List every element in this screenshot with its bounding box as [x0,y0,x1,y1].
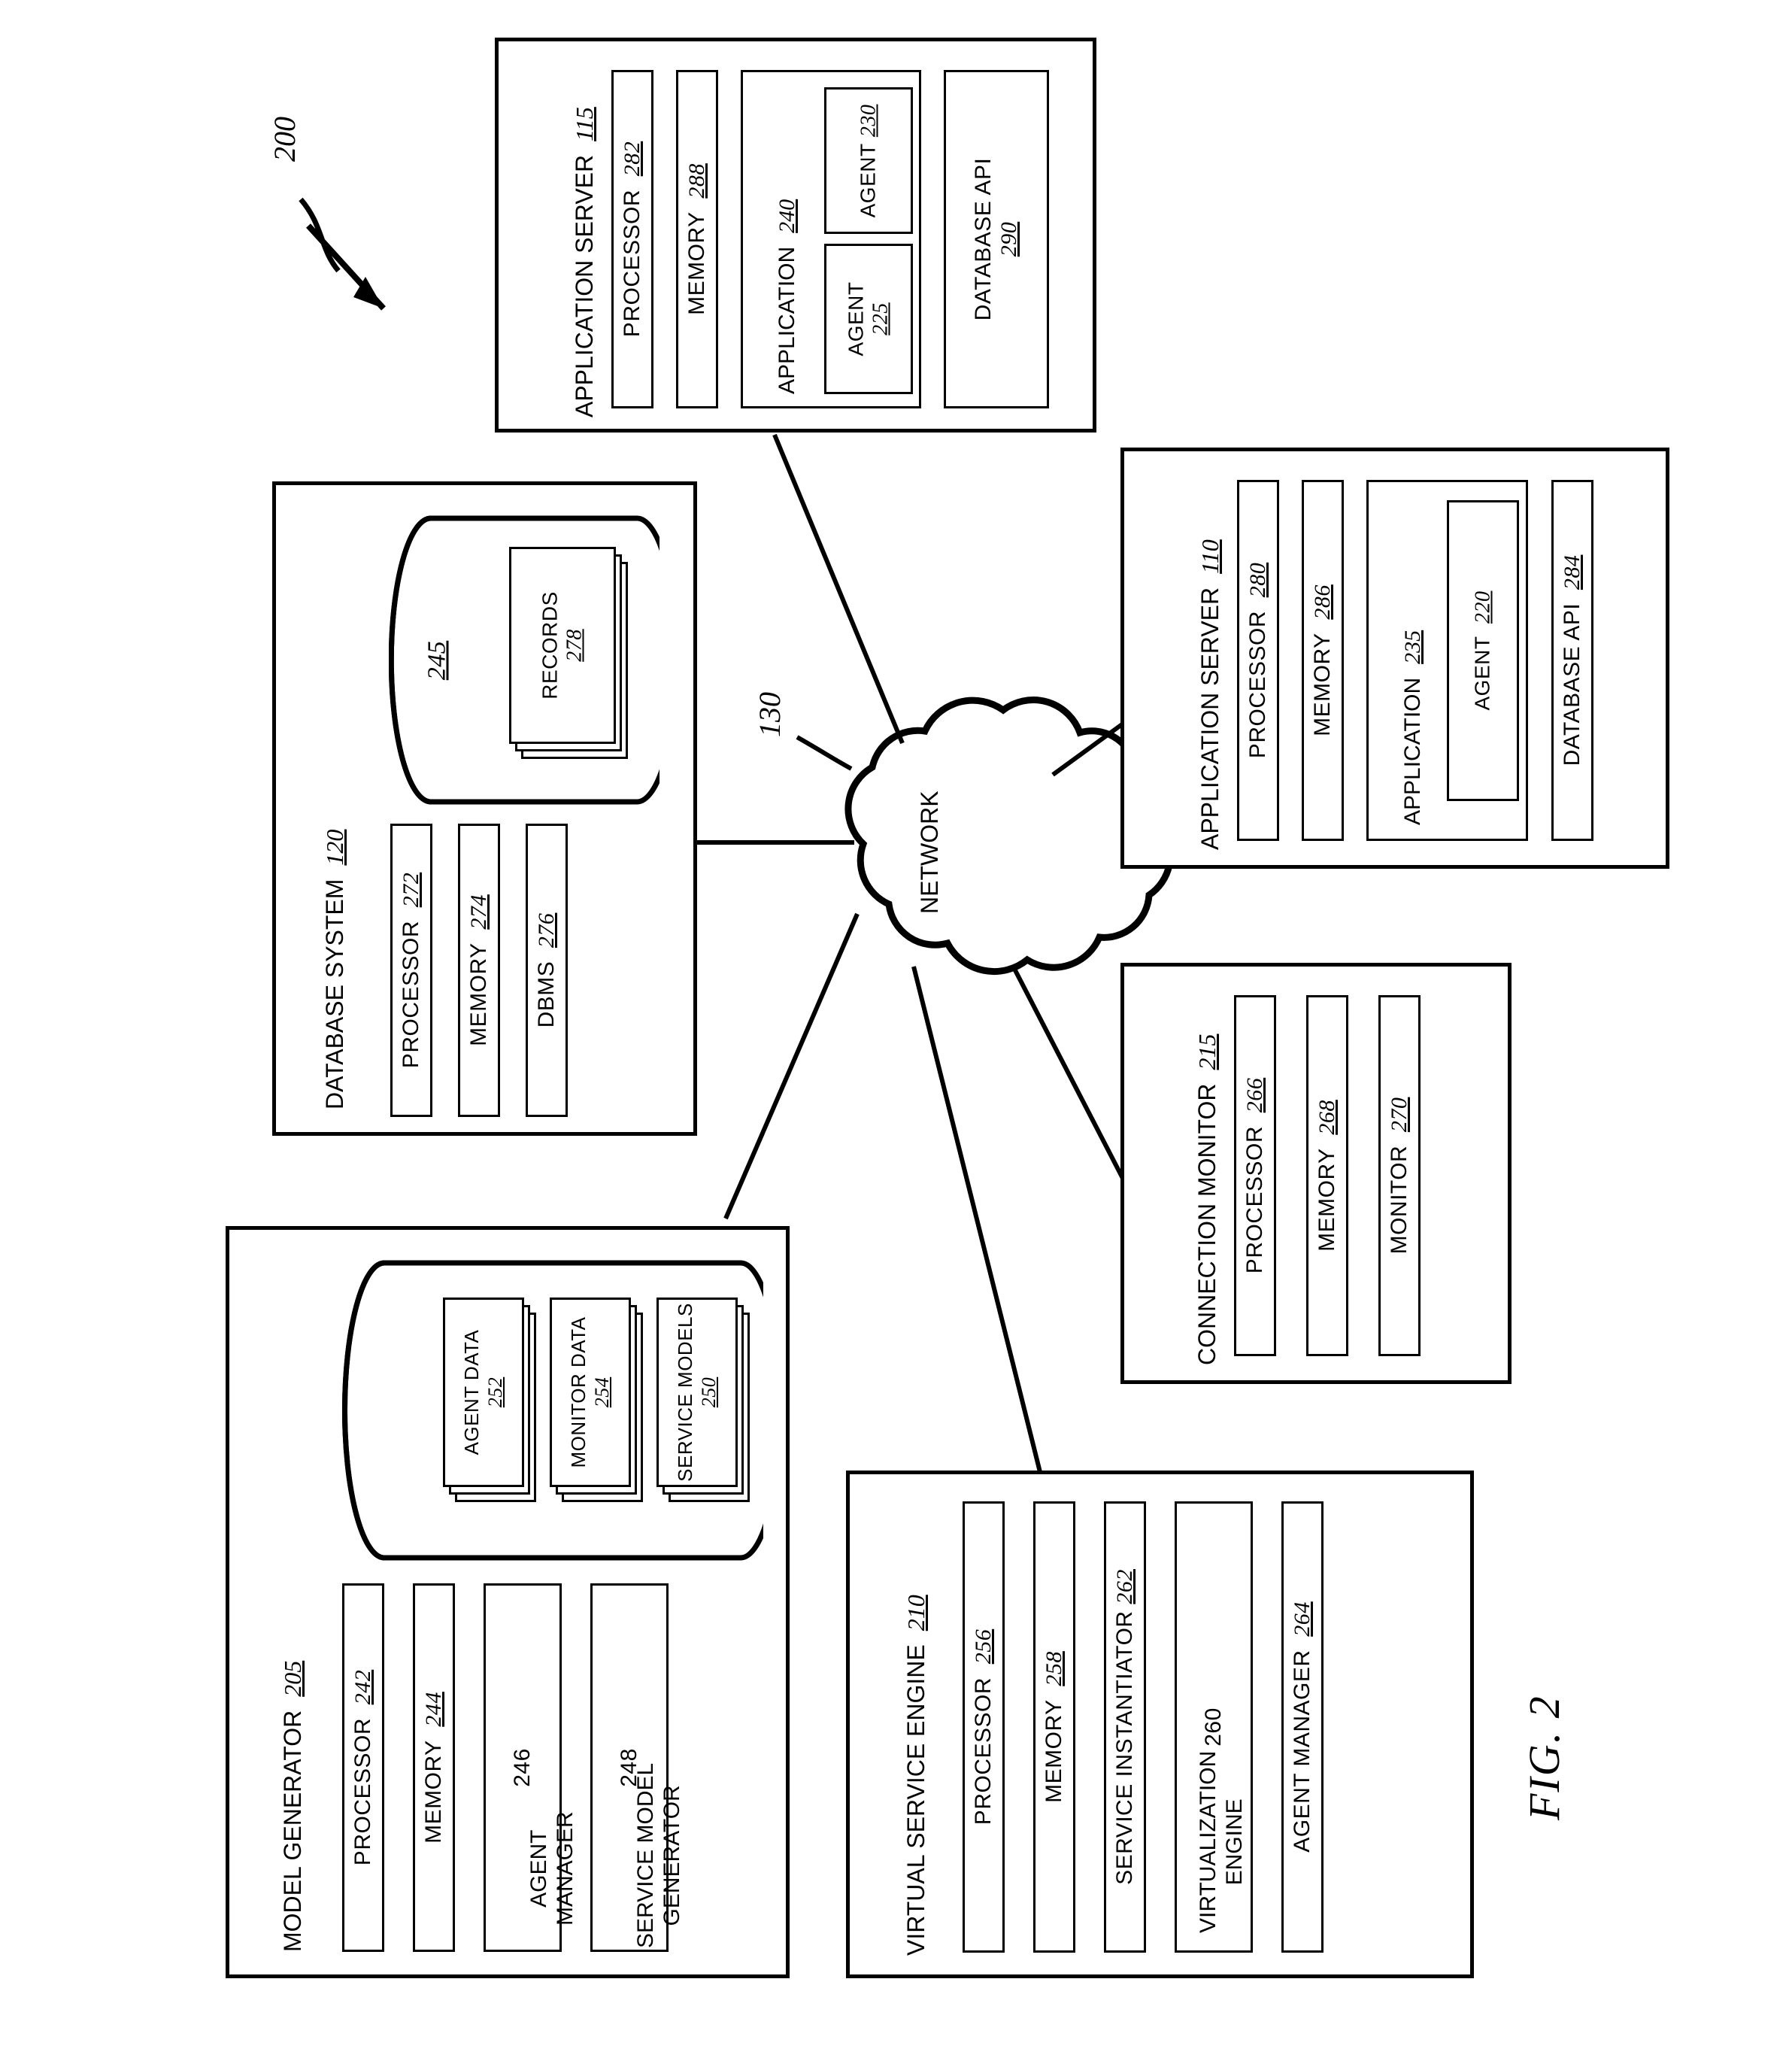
link-cloud-virtualservice210 [911,966,1044,1479]
app115-application-label: APPLICATION240 [775,199,799,394]
app110-database-api-label: DATABASE API 284 [1560,554,1584,766]
model-generator-205-title: MODEL GENERATOR205 [279,1660,306,1952]
database-store-245: 245 RECORDS 278 [389,515,659,805]
cm215-processor-label: PROCESSOR 266 [1242,1077,1267,1274]
vse210-agent-manager-label: AGENT MANAGER 264 [1290,1601,1314,1853]
records-sheet-front: RECORDS 278 [509,547,616,744]
mg205-memory-label: MEMORY 244 [421,1692,446,1844]
app110-processor-label: PROCESSOR 280 [1245,562,1270,759]
monitor-data-sheet-front: MONITOR DATA 254 [550,1298,631,1487]
mg205-service-model-generator-text: SERVICE MODEL GENERATOR [633,1762,684,1948]
app115-agent-230-label: AGENT 230 [856,104,881,217]
database-system-120-title: DATABASE SYSTEM120 [321,829,348,1109]
db120-dbms-box: DBMS 276 [526,824,568,1117]
node-connection-monitor-215: CONNECTION MONITOR215 PROCESSOR 266 MEMO… [1120,963,1512,1384]
node-virtual-service-engine-210: VIRTUAL SERVICE ENGINE210 PROCESSOR 256 … [846,1471,1474,1978]
vse210-virtualization-engine-label: 260 [1201,1707,1226,1747]
database-store-245-label: 245 [423,640,451,680]
app115-database-api-box: DATABASE API 290 [944,70,1049,408]
db120-dbms-label: DBMS 276 [534,912,559,1028]
node-application-server-110: APPLICATION SERVER110 PROCESSOR 280 MEMO… [1120,448,1669,869]
app115-agent-225-box: AGENT 225 [824,244,913,394]
app110-database-api-box: DATABASE API 284 [1551,480,1593,841]
node-application-server-115: APPLICATION SERVER115 PROCESSOR 282 MEMO… [495,38,1096,433]
vse210-service-instantiator-box: SERVICE INSTANTIATOR 262 [1104,1501,1146,1953]
application-server-115-title: APPLICATION SERVER115 [571,107,598,417]
system-ref-200: 200 [268,117,302,162]
vse210-agent-manager-box: AGENT MANAGER 264 [1281,1501,1324,1953]
node-model-generator-205: MODEL GENERATOR205 AGENT DATA 252 MONITO… [226,1226,790,1978]
mg205-processor-box: PROCESSOR 242 [342,1583,384,1952]
db120-memory-box: MEMORY 274 [458,824,500,1117]
app115-processor-box: PROCESSOR 282 [611,70,653,408]
connection-monitor-215-title: CONNECTION MONITOR215 [1193,1033,1220,1365]
vse210-processor-box: PROCESSOR 256 [963,1501,1005,1953]
system-200-leader [299,197,386,311]
application-server-110-title: APPLICATION SERVER110 [1196,539,1223,850]
cm215-memory-box: MEMORY 268 [1306,995,1348,1356]
patent-figure-2: 200 NETWORK 130 FIG. 2 APPLICATION SERVE… [0,0,1792,2070]
system-200-arrowhead [353,277,384,308]
mg205-agent-manager-label: 246 [510,1748,535,1787]
link-cloud-connectionmonitor215 [1013,969,1130,1190]
app115-agent-225-label: AGENT 225 [844,281,893,357]
app110-agent-220-label: AGENT 220 [1470,590,1495,711]
records-278-label: RECORDS 278 [538,591,587,700]
mg205-memory-box: MEMORY 244 [413,1583,455,1952]
app115-processor-label: PROCESSOR 282 [620,141,644,338]
link-cloud-modelgenerator205 [723,912,860,1220]
app110-processor-box: PROCESSOR 280 [1237,480,1279,841]
virtual-service-engine-210-title: VIRTUAL SERVICE ENGINE210 [902,1595,929,1956]
app110-agent-220-box: AGENT 220 [1447,500,1519,801]
app110-application-label: APPLICATION235 [1400,630,1425,825]
figure-caption: FIG. 2 [1520,1695,1569,1820]
vse210-memory-box: MEMORY 258 [1033,1501,1075,1953]
cm215-memory-label: MEMORY 268 [1314,1100,1339,1252]
app115-database-api-label: DATABASE API 290 [971,157,1021,321]
model-generator-store: AGENT DATA 252 MONITOR DATA 254 SERVICE … [342,1260,763,1561]
db120-processor-box: PROCESSOR 272 [390,824,432,1117]
vse210-service-instantiator-label: SERVICE INSTANTIATOR 262 [1112,1569,1137,1885]
service-models-250-label: SERVICE MODELS 250 [674,1303,720,1482]
app115-memory-label: MEMORY 288 [684,163,709,315]
app115-application-box: APPLICATION240 AGENT 225 AGENT 230 [741,70,921,408]
mg205-agent-manager-text: AGENT MANAGER [526,1811,578,1926]
network-ref-130: 130 [753,692,787,737]
monitor-data-254-label: MONITOR DATA 254 [567,1316,613,1468]
app115-agent-230-box: AGENT 230 [824,87,913,234]
service-models-sheet-front: SERVICE MODELS 250 [656,1298,738,1487]
vse210-virtualization-engine-text: VIRTUALIZATION ENGINE [1196,1750,1247,1933]
db120-memory-label: MEMORY 274 [466,894,491,1046]
agent-data-sheet-front: AGENT DATA 252 [443,1298,524,1487]
app110-application-box: APPLICATION235 AGENT 220 [1366,480,1528,841]
db120-processor-label: PROCESSOR 272 [399,872,423,1069]
vse210-processor-label: PROCESSOR 256 [971,1628,996,1826]
mg205-processor-label: PROCESSOR 242 [350,1669,375,1866]
vse210-memory-label: MEMORY 258 [1042,1651,1066,1803]
link-cloud-appserver115 [772,433,905,745]
network-130-leader [796,735,853,771]
network-label: NETWORK [916,791,943,914]
node-database-system-120: DATABASE SYSTEM120 245 RECORDS 278 PROCE… [272,481,697,1136]
cm215-processor-box: PROCESSOR 266 [1234,995,1276,1356]
agent-data-252-label: AGENT DATA 252 [460,1329,506,1455]
app115-memory-box: MEMORY 288 [676,70,718,408]
app110-memory-label: MEMORY 286 [1310,584,1335,736]
app110-memory-box: MEMORY 286 [1302,480,1344,841]
cm215-monitor-box: MONITOR 270 [1378,995,1421,1356]
cm215-monitor-label: MONITOR 270 [1387,1097,1411,1255]
